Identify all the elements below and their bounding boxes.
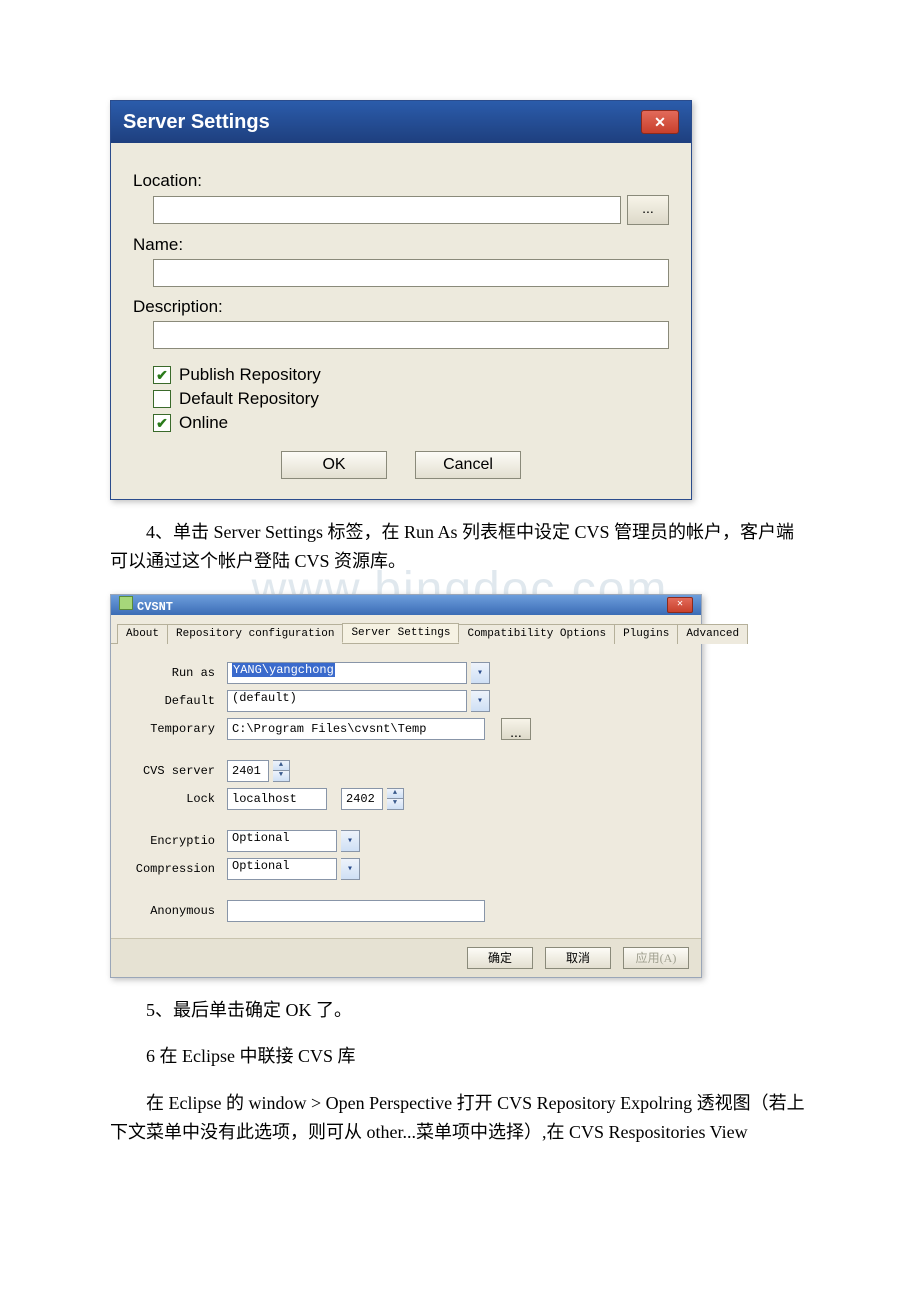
encryption-select[interactable]: Optional xyxy=(227,830,337,852)
tab-advanced[interactable]: Advanced xyxy=(677,624,748,644)
description-label: Description: xyxy=(133,297,669,317)
description-input[interactable] xyxy=(153,321,669,349)
cvsserver-spinner[interactable]: ▲▼ xyxy=(273,760,290,782)
dialog-titlebar: Server Settings ✕ xyxy=(111,101,691,143)
lock-label: Lock xyxy=(125,792,223,806)
paragraph-7: 在 Eclipse 的 window > Open Perspective 打开… xyxy=(110,1089,810,1147)
tab-server-settings[interactable]: Server Settings xyxy=(342,623,459,643)
apply-button[interactable]: 应用(A) xyxy=(623,947,689,969)
temp-label: Temporary xyxy=(125,722,223,736)
app-icon xyxy=(119,596,133,610)
publish-label: Publish Repository xyxy=(179,365,321,385)
anonymous-input[interactable] xyxy=(227,900,485,922)
runas-label: Run as xyxy=(125,666,223,680)
cvsnt-dialog: CVSNT ✕ About Repository configuration S… xyxy=(110,594,702,978)
ok-button[interactable]: OK xyxy=(281,451,387,479)
compression-label: Compression xyxy=(125,862,223,876)
server-settings-dialog: Server Settings ✕ Location: ... Name: De… xyxy=(110,100,692,500)
dialog-button-bar: 确定 取消 应用(A) xyxy=(111,938,701,977)
dialog-title: Server Settings xyxy=(123,111,270,134)
name-label: Name: xyxy=(133,235,669,255)
chevron-up-icon[interactable]: ▲ xyxy=(387,789,403,800)
lock-spinner[interactable]: ▲▼ xyxy=(387,788,404,810)
anonymous-label: Anonymous xyxy=(125,904,223,918)
chevron-up-icon[interactable]: ▲ xyxy=(273,761,289,772)
default-label: Default Repository xyxy=(179,389,319,409)
default-label: Default xyxy=(125,694,223,708)
publish-checkbox[interactable]: ✔ xyxy=(153,366,171,384)
default-select[interactable]: (default) xyxy=(227,690,467,712)
lock-port-input[interactable] xyxy=(341,788,383,810)
chevron-down-icon[interactable]: ▾ xyxy=(341,858,360,880)
location-label: Location: xyxy=(133,171,669,191)
chevron-down-icon[interactable]: ▾ xyxy=(471,690,490,712)
lock-host-input[interactable] xyxy=(227,788,327,810)
name-input[interactable] xyxy=(153,259,669,287)
chevron-down-icon[interactable]: ▼ xyxy=(387,799,403,809)
tab-panel: Run as YANG\yangchong▾ Default (default)… xyxy=(111,644,701,938)
chevron-down-icon[interactable]: ▾ xyxy=(471,662,490,684)
compression-select[interactable]: Optional xyxy=(227,858,337,880)
cancel-button[interactable]: 取消 xyxy=(545,947,611,969)
temp-browse-button[interactable]: ... xyxy=(501,718,531,740)
chevron-down-icon[interactable]: ▾ xyxy=(341,830,360,852)
close-icon[interactable]: ✕ xyxy=(641,110,679,134)
close-icon[interactable]: ✕ xyxy=(667,597,693,613)
online-label: Online xyxy=(179,413,228,433)
browse-button[interactable]: ... xyxy=(627,195,669,225)
tab-compat[interactable]: Compatibility Options xyxy=(458,624,615,644)
cvsserver-label: CVS server xyxy=(125,764,223,778)
chevron-down-icon[interactable]: ▼ xyxy=(273,771,289,781)
cancel-button[interactable]: Cancel xyxy=(415,451,521,479)
temp-input[interactable] xyxy=(227,718,485,740)
paragraph-5: 5、最后单击确定 OK 了。 xyxy=(110,996,810,1025)
tab-repo-config[interactable]: Repository configuration xyxy=(167,624,343,644)
ok-button[interactable]: 确定 xyxy=(467,947,533,969)
cvsserver-port[interactable] xyxy=(227,760,269,782)
cvsnt-titlebar: CVSNT ✕ xyxy=(111,595,701,615)
encryption-label: Encryptio xyxy=(125,834,223,848)
paragraph-4: 4、单击 Server Settings 标签，在 Run As 列表框中设定 … xyxy=(110,518,810,576)
cvsnt-title: CVSNT xyxy=(119,596,173,614)
tab-plugins[interactable]: Plugins xyxy=(614,624,678,644)
paragraph-6: 6 在 Eclipse 中联接 CVS 库 xyxy=(110,1042,810,1071)
runas-select[interactable]: YANG\yangchong xyxy=(227,662,467,684)
tab-strip: About Repository configuration Server Se… xyxy=(111,615,701,644)
tab-about[interactable]: About xyxy=(117,624,168,644)
online-checkbox[interactable]: ✔ xyxy=(153,414,171,432)
location-input[interactable] xyxy=(153,196,621,224)
default-checkbox[interactable] xyxy=(153,390,171,408)
